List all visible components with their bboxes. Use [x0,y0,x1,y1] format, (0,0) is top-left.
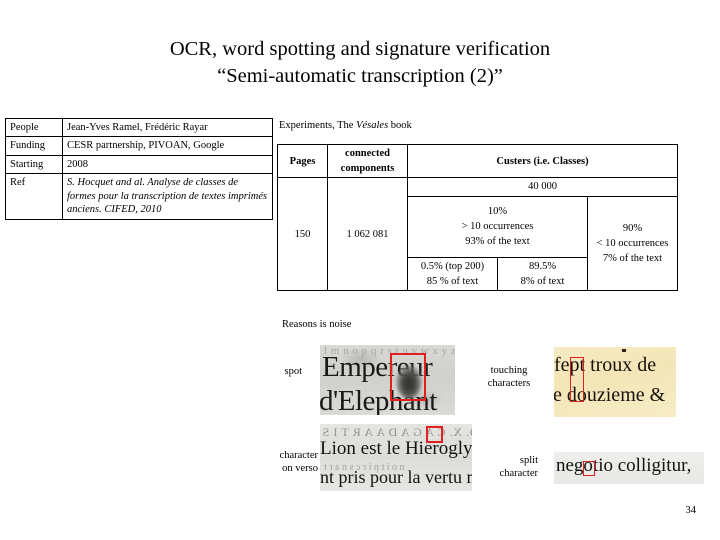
title-line-2: “Semi-automatic transcription (2)” [217,65,503,88]
highlight-box-spot [390,353,426,401]
project-info-table: People Jean-Yves Ramel, Frédéric Rayar F… [5,117,273,220]
header-pages: Pages [277,143,328,179]
label-touching-line-2: characters [487,378,531,390]
table-row: Funding CESR partnership, PIVOAN, Google [5,136,273,156]
reasons-label: Reasons is noise [282,319,352,330]
table-row: People Jean-Yves Ramel, Frédéric Rayar [5,117,273,138]
rare-share: 90% [622,222,643,234]
value-pages: 150 [277,177,328,292]
scan-image-verso: D. X. C A G A D A Α R T I S n o i t p i … [320,424,472,491]
scan-split-line-1: negotio colligitur, [556,455,692,476]
info-key-ref: Ref [5,173,63,220]
rare-text-coverage: 7% of the text [602,252,663,264]
value-clusters-total: 40 000 [407,177,678,197]
experiments-caption-book: Vésales [356,120,389,131]
label-spot: spot [248,365,302,378]
info-key-funding: Funding [5,136,63,156]
label-verso-line-2: on verso [282,463,318,475]
table-row: 150 1 062 081 40 000 [277,177,678,292]
scan-verso-line-2: nt pris pour la vertu m [320,467,472,487]
rest-text-coverage: 8% of text [520,275,565,287]
experiments-caption-post: book [388,120,412,131]
page-number: 34 [685,505,697,516]
label-touching-characters: touching characters [480,364,538,390]
scan-verso-line-1: Lion est le Hieroglyp [320,438,472,459]
scan-image-touching: fept troux de e douzieme & [554,347,676,417]
label-spot-text: spot [284,366,302,377]
frequent-text-coverage: 93% of the text [465,236,530,248]
label-character-on-verso: character on verso [240,449,318,475]
info-value-ref: S. Hocquet and al. Analyse de classes de… [62,173,273,220]
value-connected-components: 1 062 081 [327,177,408,292]
slide: OCR, word spotting and signature verific… [0,0,720,540]
table-row: Ref S. Hocquet and al. Analyse de classe… [5,173,273,220]
scan-image-split: negotio colligitur, [554,452,704,484]
info-value-people: Jean-Yves Ramel, Frédéric Rayar [62,117,273,138]
label-split-line-1: split [519,455,538,466]
slide-title: OCR, word spotting and signature verific… [0,36,720,90]
info-value-funding: CESR partnership, PIVOAN, Google [62,136,273,156]
header-clusters: Custers (i.e. Classes) [407,143,678,179]
subgroup-rest-cell: 89.5% 8% of text [497,256,588,292]
top200-share: 0.5% (top 200) [420,260,485,272]
label-split-line-2: character [499,468,538,480]
scan-image-spot: l m n o p q r s t u v w x y z Empereur d… [320,345,455,415]
label-touching-line-1: touching [490,365,528,376]
highlight-box-split [583,461,595,476]
experiments-caption-pre: Experiments, The [279,120,357,131]
table-row: Starting 2008 [5,154,273,175]
frequent-share: 10% [487,205,508,217]
top200-text-coverage: 85 % of text [426,275,479,287]
ink-speck-artifact [622,349,626,352]
label-split-character: split character [478,454,538,480]
group-frequent-cell: 10% > 10 occurrences 93% of the text [407,195,588,258]
header-connected-components: connected components [327,143,408,179]
highlight-box-touching [570,357,584,402]
experiments-caption: Experiments, The Vésales book [279,120,412,131]
info-key-people: People [5,117,63,138]
table-header-row: Pages connected components Custers (i.e.… [277,143,678,179]
info-key-starting: Starting [5,154,63,175]
highlight-box-verso [426,426,443,443]
frequent-occurrences: > 10 occurrences [461,221,534,233]
info-value-starting: 2008 [62,154,273,175]
title-line-1: OCR, word spotting and signature verific… [169,38,551,60]
experiments-stats-table: Pages connected components Custers (i.e.… [277,143,678,292]
rest-share: 89.5% [528,260,557,272]
group-rare-cell: 90% < 10 occurrences 7% of the text [587,195,678,292]
subgroup-top200-cell: 0.5% (top 200) 85 % of text [407,256,498,292]
label-verso-line-1: character [279,450,318,461]
rare-occurrences: < 10 occurrences [596,237,669,249]
